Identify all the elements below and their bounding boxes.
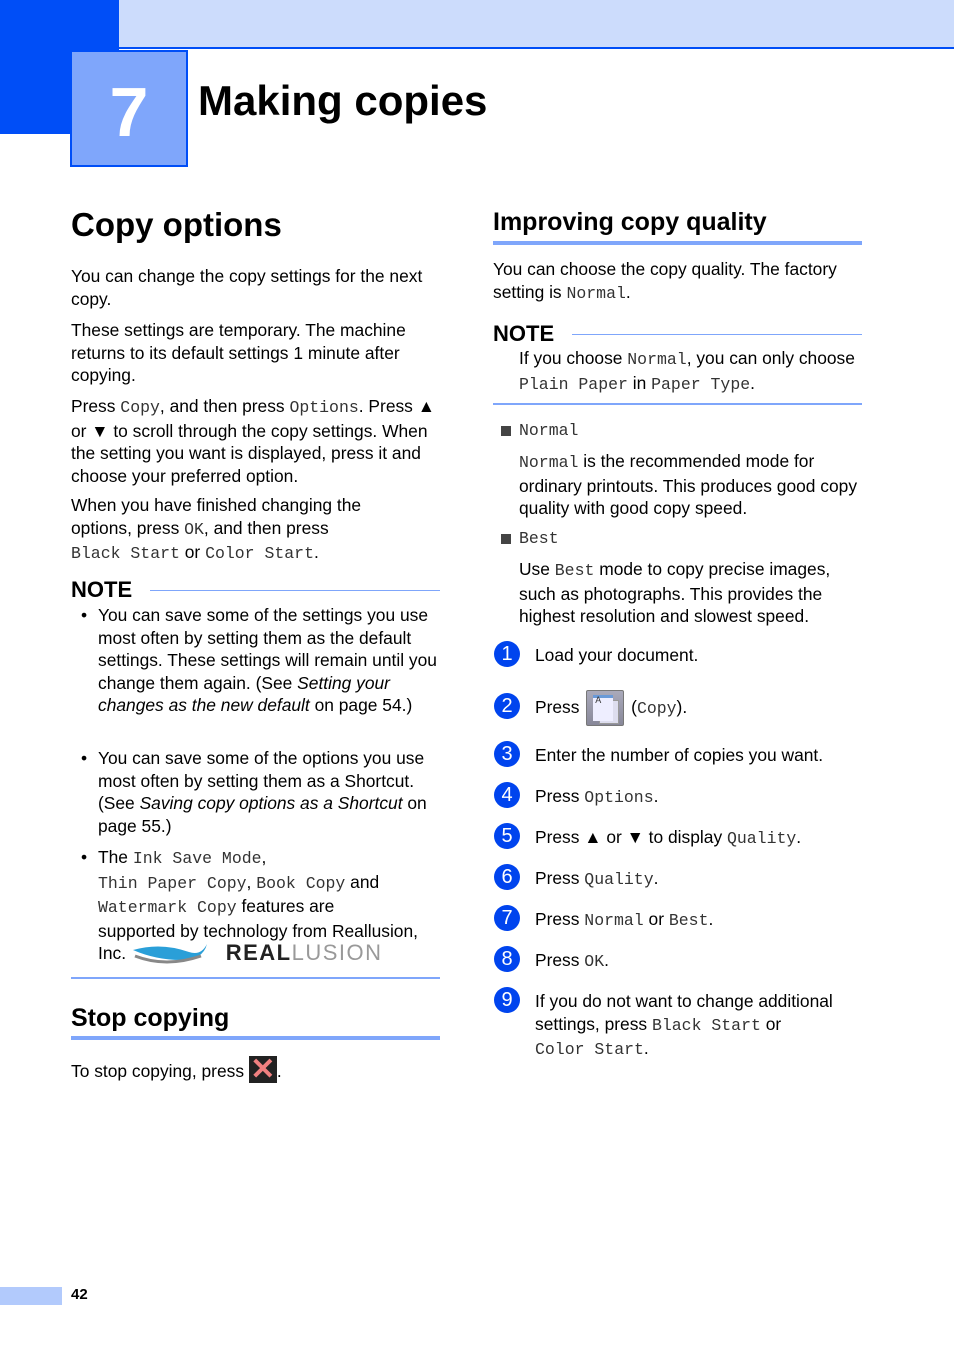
step-1: Load your document. [535,645,699,665]
step-7: Press Normal or Best. [535,909,714,930]
step-number-icon: 5 [494,823,520,849]
step-2: Press A (Copy). [535,689,865,727]
copy-options-instructions: Press Copy, and then press Options. Pres… [71,396,435,486]
step-9: If you do not want to change additional … [535,991,833,1059]
chapter-number-box: 7 [70,50,188,167]
note-divider [150,590,440,591]
bullet-dot: • [81,605,88,625]
step-number-icon: 4 [494,782,520,808]
option-best-label: Best [519,529,559,548]
reallusion-logo-icon [132,944,207,964]
copy-options-finish: When you have finished changing the opti… [71,495,362,563]
reallusion-wordmark: REALLUSION [225,939,383,965]
copy-options-temporary: These settings are temporary. The machin… [71,320,406,385]
step-number-icon: 9 [494,987,520,1013]
improving-quality-heading: Improving copy quality [493,208,767,236]
note-bullet: • The Ink Save Mode, Thin Paper Copy, Bo… [81,847,418,941]
bullet-dot: • [81,847,88,867]
note-title: NOTE [493,321,555,346]
note-bullet: • You can save some of the options you u… [81,748,427,836]
color-start-key: Color Start [205,544,314,563]
step-4: Press Options. [535,786,659,807]
square-bullet-icon [501,534,511,544]
copy-options-heading: Copy options [71,206,282,243]
note-end-divider [71,977,440,979]
reallusion-credit: Inc. REALLUSION [98,939,383,965]
option-normal-label: Normal [519,421,579,440]
note-end-divider [493,403,862,405]
chapter-title: Making copies [198,77,488,124]
stop-copying-text: To stop copying, press ✕. [71,1052,282,1086]
copy-key: Copy [120,398,160,417]
quality-intro: You can choose the copy quality. The fac… [493,259,837,303]
copy-options-intro: You can change the copy settings for the… [71,266,423,309]
improving-quality-rule [493,241,862,245]
copy-button-icon: A [586,690,625,727]
options-key: Options [289,398,359,417]
square-bullet-icon [501,426,511,436]
step-number-icon: 6 [494,864,520,890]
bullet-dot: • [81,748,88,768]
note-divider [572,334,862,335]
step-6: Press Quality. [535,868,659,889]
header-light-band [119,0,954,49]
step-number-icon: 8 [494,946,520,972]
chapter-number: 7 [109,72,149,151]
stop-copying-rule [71,1036,440,1040]
ok-key: OK [184,519,204,539]
page-number: 42 [71,1286,88,1303]
step-number-icon: 3 [494,741,520,767]
step-number-icon: 1 [494,641,520,667]
note-title: NOTE [71,577,133,602]
option-best-desc: Use Best mode to copy precise images, su… [519,559,831,626]
cross-reference: Saving copy options as a Shortcut [139,793,403,813]
stop-x-icon: ✕ [248,1052,277,1086]
page-number-bar [0,1287,62,1305]
note-bullet: • You can save some of the settings you … [81,605,437,715]
step-8: Press OK. [535,950,609,971]
step-3: Enter the number of copies you want. [535,745,824,765]
step-number-icon: 2 [494,693,520,719]
step-number-icon: 7 [494,905,520,931]
quality-note-text: If you choose Normal, you can only choos… [519,348,855,394]
stop-copying-heading: Stop copying [71,1004,230,1032]
option-normal-desc: Normal is the recommended mode for ordin… [519,451,858,518]
step-5: Press ▲ or ▼ to display Quality. [535,827,802,848]
black-start-key: Black Start [71,544,180,563]
